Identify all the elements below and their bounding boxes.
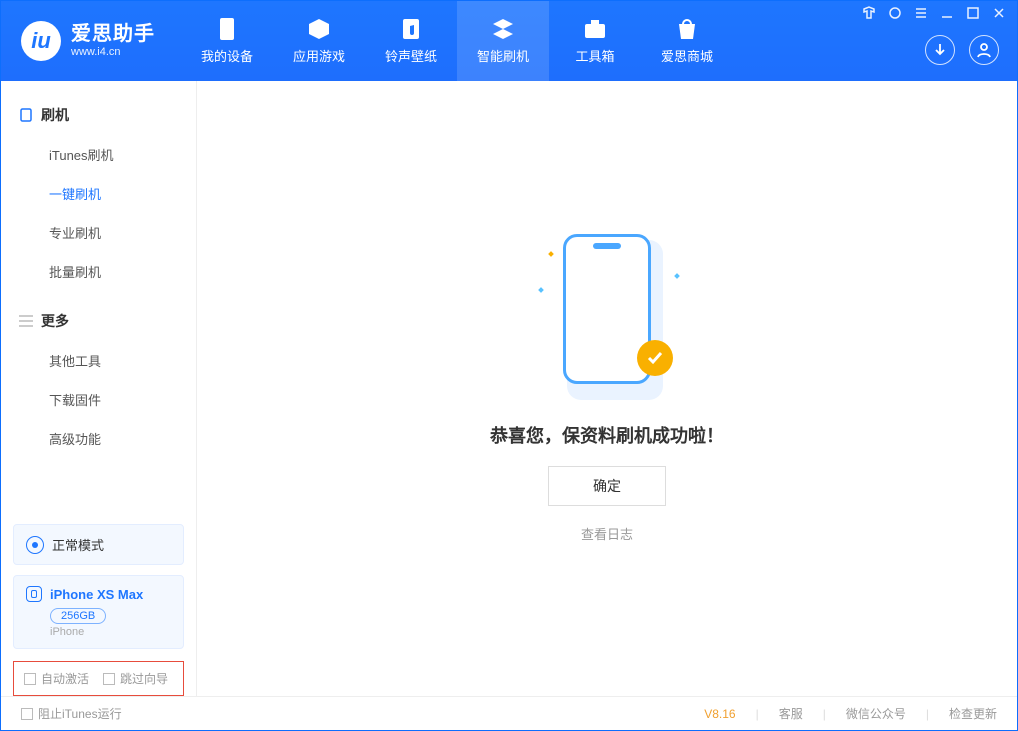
- nav-tab-tools[interactable]: 工具箱: [549, 1, 641, 81]
- device-subtitle: iPhone: [50, 626, 171, 638]
- view-log-link[interactable]: 查看日志: [581, 524, 633, 543]
- nav-tab-device[interactable]: 我的设备: [181, 1, 273, 81]
- footer-link-upd[interactable]: 检查更新: [949, 705, 997, 722]
- device-capacity: 256GB: [50, 608, 106, 624]
- device-card-icon: [26, 586, 42, 602]
- feedback-icon[interactable]: [887, 5, 903, 21]
- footer-link-cs[interactable]: 客服: [779, 705, 803, 722]
- sidebar: 刷机 iTunes刷机 一键刷机 专业刷机 批量刷机 更多 其他工具 下载固件 …: [1, 81, 197, 696]
- brand-url: www.i4.cn: [71, 46, 155, 59]
- skin-icon[interactable]: [861, 5, 877, 21]
- success-message: 恭喜您，保资料刷机成功啦！: [490, 422, 724, 448]
- body: 刷机 iTunes刷机 一键刷机 专业刷机 批量刷机 更多 其他工具 下载固件 …: [1, 81, 1017, 696]
- sidebar-item-onekey[interactable]: 一键刷机: [19, 174, 178, 213]
- cube-icon: [307, 17, 331, 41]
- success-illustration: [537, 234, 677, 404]
- menu-icon[interactable]: [913, 5, 929, 21]
- check-badge-icon: [637, 340, 673, 376]
- app-window: iu 爱思助手 www.i4.cn 我的设备 应用游戏 铃声壁纸 智能刷机: [0, 0, 1018, 731]
- checkbox-icon: [24, 673, 36, 685]
- checkbox-stop-itunes[interactable]: 阻止iTunes运行: [21, 705, 122, 722]
- sidebar-group-more: 更多: [19, 311, 178, 331]
- phone-icon: [215, 17, 239, 41]
- sidebar-group-flash: 刷机: [19, 105, 178, 125]
- sidebar-item-pro[interactable]: 专业刷机: [19, 213, 178, 252]
- note-icon: [399, 17, 423, 41]
- nav-tab-apps[interactable]: 应用游戏: [273, 1, 365, 81]
- brand: iu 爱思助手 www.i4.cn: [1, 1, 181, 81]
- sidebar-item-batch[interactable]: 批量刷机: [19, 252, 178, 291]
- checkbox-skipguide[interactable]: 跳过向导: [103, 670, 168, 687]
- refresh-icon: [491, 17, 515, 41]
- content: 恭喜您，保资料刷机成功啦！ 确定 查看日志: [197, 81, 1017, 696]
- mode-label: 正常模式: [52, 535, 104, 554]
- logo-icon: iu: [21, 21, 61, 61]
- nav-tab-ring[interactable]: 铃声壁纸: [365, 1, 457, 81]
- checkbox-icon: [21, 708, 33, 720]
- close-icon[interactable]: [991, 5, 1007, 21]
- brand-name: 爱思助手: [71, 23, 155, 46]
- list-icon: [19, 314, 33, 328]
- device-icon: [19, 108, 33, 122]
- mode-icon: [26, 536, 44, 554]
- title-round-buttons: [925, 35, 999, 65]
- minimize-icon[interactable]: [939, 5, 955, 21]
- version-label: V8.16: [704, 707, 735, 721]
- checkbox-icon: [103, 673, 115, 685]
- device-card[interactable]: iPhone XS Max 256GB iPhone: [13, 575, 184, 649]
- footer-link-wx[interactable]: 微信公众号: [846, 705, 906, 722]
- nav-tab-flash[interactable]: 智能刷机: [457, 1, 549, 81]
- window-controls: [861, 5, 1007, 21]
- download-button[interactable]: [925, 35, 955, 65]
- toolbox-icon: [583, 17, 607, 41]
- ok-button[interactable]: 确定: [548, 466, 666, 506]
- bag-icon: [675, 17, 699, 41]
- sidebar-item-other[interactable]: 其他工具: [19, 341, 178, 380]
- nav-tabs: 我的设备 应用游戏 铃声壁纸 智能刷机 工具箱 爱思商城: [181, 1, 733, 81]
- maximize-icon[interactable]: [965, 5, 981, 21]
- sidebar-item-adv[interactable]: 高级功能: [19, 419, 178, 458]
- mode-card[interactable]: 正常模式: [13, 524, 184, 565]
- option-box: 自动激活 跳过向导: [13, 661, 184, 696]
- checkbox-autoactivate[interactable]: 自动激活: [24, 670, 89, 687]
- sidebar-item-itunes[interactable]: iTunes刷机: [19, 135, 178, 174]
- sidebar-item-fw[interactable]: 下载固件: [19, 380, 178, 419]
- footer: 阻止iTunes运行 V8.16 | 客服 | 微信公众号 | 检查更新: [1, 696, 1017, 730]
- titlebar: iu 爱思助手 www.i4.cn 我的设备 应用游戏 铃声壁纸 智能刷机: [1, 1, 1017, 81]
- nav-tab-store[interactable]: 爱思商城: [641, 1, 733, 81]
- user-button[interactable]: [969, 35, 999, 65]
- device-name: iPhone XS Max: [50, 587, 143, 602]
